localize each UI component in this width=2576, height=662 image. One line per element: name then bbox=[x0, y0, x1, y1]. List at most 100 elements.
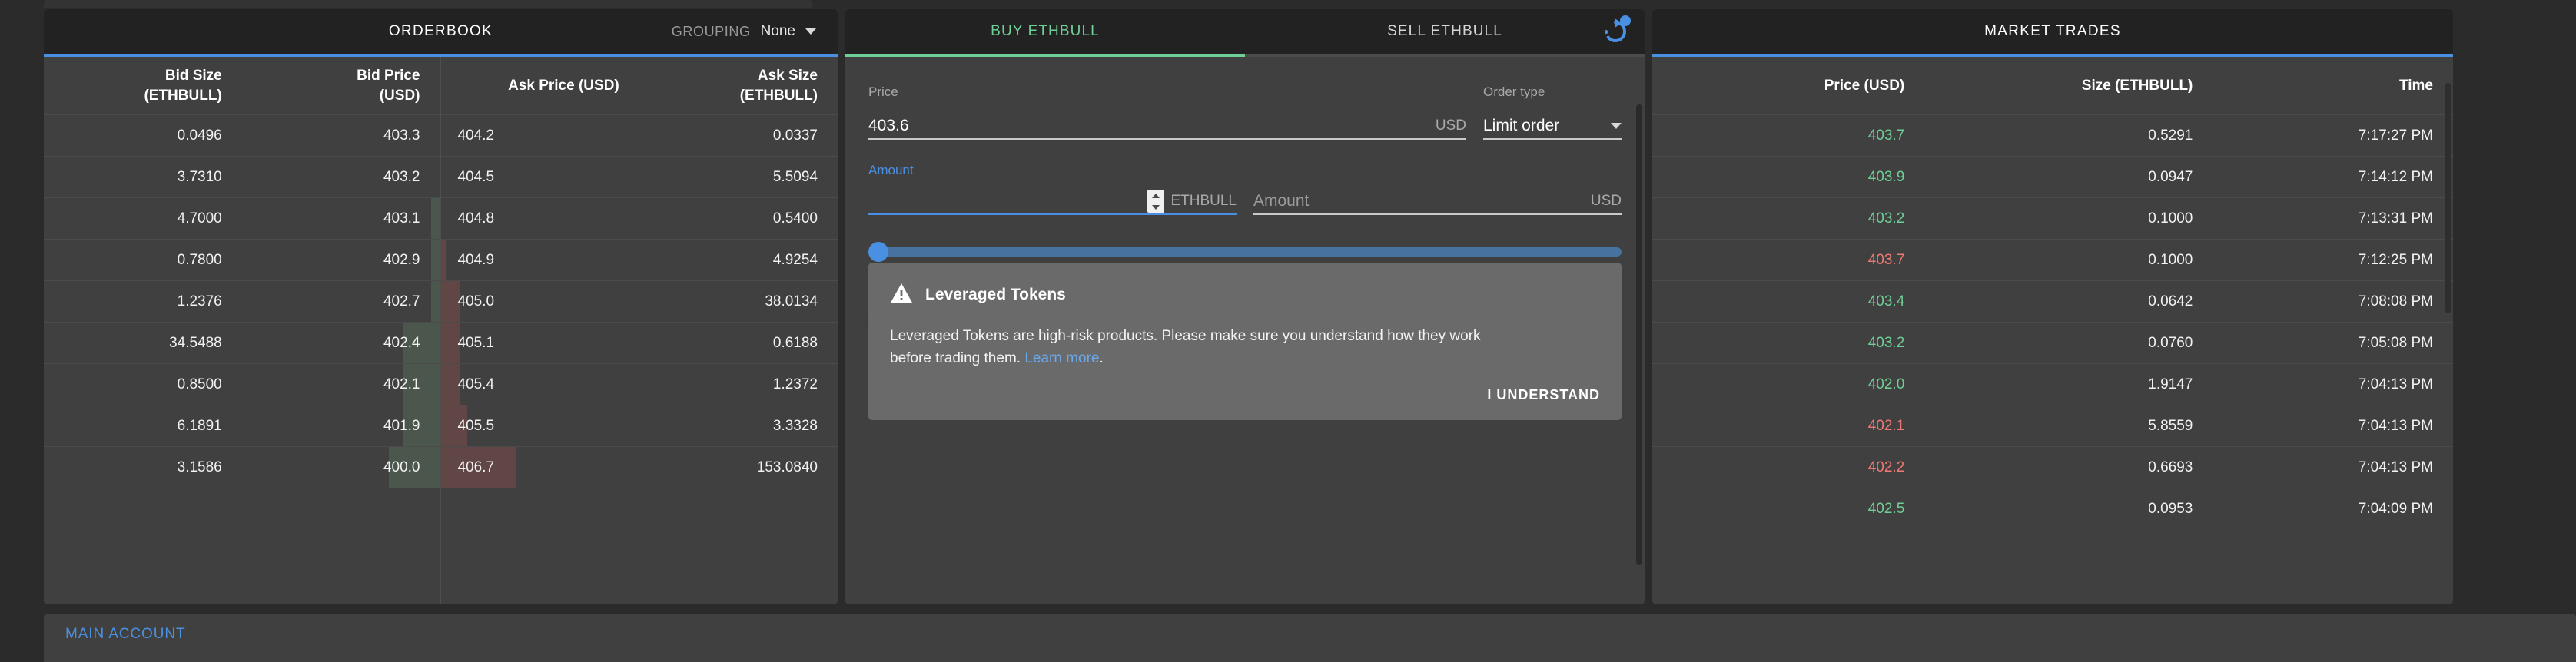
trade-time-cell: 7:13:31 PM bbox=[2358, 210, 2433, 227]
amount-slider[interactable] bbox=[868, 242, 1622, 262]
order-type-group: Order type Limit order bbox=[1483, 84, 1622, 140]
amount-label: Amount bbox=[868, 163, 914, 177]
ask-price-cell: 404.8 bbox=[457, 210, 495, 227]
orderbook-ask-row[interactable]: 404.2 0.0337 bbox=[440, 115, 838, 157]
stepper-up-icon bbox=[1152, 193, 1160, 198]
orderbook-header: ORDERBOOK GROUPING None bbox=[44, 9, 838, 54]
market-trade-row[interactable]: 402.2 0.6693 7:04:13 PM bbox=[1652, 447, 2453, 488]
orderbook-asks-column: Ask Price (USD) Ask Size (ETHBULL) 404.2… bbox=[440, 57, 838, 604]
amount-quote-input[interactable] bbox=[1253, 192, 1580, 210]
trade-size-cell: 0.0760 bbox=[2148, 334, 2193, 351]
orderbook-ask-rows: 404.2 0.0337 404.5 5.5094 404.8 0.5400 404.9 4.… bbox=[440, 115, 838, 488]
market-trade-row[interactable]: 402.0 1.9147 7:04:13 PM bbox=[1652, 364, 2453, 405]
learn-more-link[interactable]: Learn more bbox=[1024, 350, 1099, 366]
bid-size-header: Bid Size (ETHBULL) bbox=[44, 66, 242, 105]
trade-price-cell: 403.9 bbox=[1867, 168, 1905, 185]
trade-price-cell: 402.2 bbox=[1867, 458, 1905, 475]
trade-price-cell: 402.5 bbox=[1867, 501, 1905, 517]
panels-row: ORDERBOOK GROUPING None Bid Size (ETHBUL… bbox=[0, 9, 2576, 604]
order-form-panel: BUY ETHBULL SELL ETHBULL Price 403.6 USD… bbox=[845, 9, 1645, 604]
trade-price-cell: 402.1 bbox=[1867, 417, 1905, 434]
order-type-select[interactable]: Limit order bbox=[1483, 117, 1622, 135]
bid-price-cell: 403.2 bbox=[383, 168, 420, 185]
orderbook-ask-row[interactable]: 405.1 0.6188 bbox=[440, 323, 838, 364]
orderbook-ask-row[interactable]: 404.5 5.5094 bbox=[440, 157, 838, 198]
market-trades-scrollbar[interactable] bbox=[2445, 83, 2451, 313]
bid-price-header-line2: (USD) bbox=[379, 87, 420, 104]
amount-row: ETHBULL USD bbox=[868, 189, 1622, 215]
market-trade-row[interactable]: 403.2 0.0760 7:05:08 PM bbox=[1652, 323, 2453, 364]
tab-main-account[interactable]: MAIN ACCOUNT bbox=[65, 626, 185, 643]
orderbook-bid-row[interactable]: 6.1891 401.9 bbox=[44, 405, 440, 447]
amount-base-group: ETHBULL bbox=[868, 189, 1237, 215]
trade-size-cell: 0.1000 bbox=[2148, 210, 2193, 227]
orderbook-bid-row[interactable]: 0.8500 402.1 bbox=[44, 364, 440, 405]
bottom-bar: MAIN ACCOUNT bbox=[0, 604, 2576, 662]
market-trade-row[interactable]: 402.5 0.0953 7:04:09 PM bbox=[1652, 488, 2453, 530]
order-type-value: Limit order bbox=[1483, 117, 1560, 134]
leveraged-tokens-warning: Leveraged Tokens Leveraged Tokens are hi… bbox=[868, 263, 1622, 420]
trade-price-cell: 403.2 bbox=[1867, 210, 1905, 227]
tab-sell-ethbull[interactable]: SELL ETHBULL bbox=[1245, 9, 1645, 54]
chevron-down-icon bbox=[1611, 123, 1622, 129]
order-form-scrollbar[interactable] bbox=[1636, 104, 1642, 565]
amount-quote-wrap[interactable]: USD bbox=[1253, 189, 1622, 215]
orderbook-ask-row[interactable]: 405.4 1.2372 bbox=[440, 364, 838, 405]
trade-size-cell: 0.0947 bbox=[2148, 168, 2193, 185]
trade-time-cell: 7:04:13 PM bbox=[2358, 376, 2433, 392]
orderbook-bid-row[interactable]: 3.1586 400.0 bbox=[44, 447, 440, 488]
market-trade-row[interactable]: 403.2 0.1000 7:13:31 PM bbox=[1652, 198, 2453, 240]
orderbook-ask-row[interactable]: 404.9 4.9254 bbox=[440, 240, 838, 281]
amount-base-wrap[interactable]: ETHBULL bbox=[868, 189, 1237, 215]
orderbook-bid-row[interactable]: 1.2376 402.7 bbox=[44, 281, 440, 323]
i-understand-button[interactable]: I UNDERSTAND bbox=[890, 387, 1600, 403]
quantity-stepper[interactable] bbox=[1147, 190, 1165, 213]
orderbook-bids-header-row: Bid Size (ETHBULL) Bid Price (USD) bbox=[44, 57, 440, 115]
market-trade-row[interactable]: 403.7 0.5291 7:17:27 PM bbox=[1652, 115, 2453, 157]
ask-price-header: Ask Price (USD) bbox=[508, 77, 619, 94]
ask-size-header-line2: (ETHBULL) bbox=[739, 87, 818, 104]
orderbook-bid-row[interactable]: 3.7310 403.2 bbox=[44, 157, 440, 198]
bid-price-cell: 402.4 bbox=[383, 334, 420, 351]
trade-price-cell: 403.7 bbox=[1867, 127, 1905, 144]
trade-price-cell: 403.2 bbox=[1867, 334, 1905, 351]
chevron-down-icon bbox=[805, 28, 816, 35]
amount-base-input[interactable] bbox=[868, 192, 1148, 210]
trade-time-cell: 7:04:13 PM bbox=[2358, 417, 2433, 434]
orderbook-ask-row[interactable]: 405.0 38.0134 bbox=[440, 281, 838, 323]
order-type-select-wrap[interactable]: Limit order bbox=[1483, 114, 1622, 140]
ask-price-cell: 406.7 bbox=[457, 459, 495, 475]
market-trades-rows: 403.7 0.5291 7:17:27 PM 403.9 0.0947 7:14:12 … bbox=[1652, 115, 2453, 530]
ask-size-cell: 4.9254 bbox=[772, 251, 818, 268]
trade-time-cell: 7:04:13 PM bbox=[2358, 458, 2433, 475]
market-trade-row[interactable]: 402.1 5.8559 7:04:13 PM bbox=[1652, 405, 2453, 447]
orderbook-bid-row[interactable]: 0.7800 402.9 bbox=[44, 240, 440, 281]
orderbook-ask-row[interactable]: 406.7 153.0840 bbox=[440, 447, 838, 488]
amount-slider-thumb[interactable] bbox=[868, 242, 888, 262]
ask-size-cell: 38.0134 bbox=[765, 293, 818, 309]
bid-price-cell: 403.3 bbox=[383, 127, 420, 144]
orderbook-bid-row[interactable]: 0.0496 403.3 bbox=[44, 115, 440, 157]
market-trade-row[interactable]: 403.9 0.0947 7:14:12 PM bbox=[1652, 157, 2453, 198]
ask-size-cell: 0.0337 bbox=[772, 127, 818, 144]
refresh-icon[interactable] bbox=[1598, 15, 1632, 48]
market-trade-row[interactable]: 403.7 0.1000 7:12:25 PM bbox=[1652, 240, 2453, 281]
tab-buy-ethbull[interactable]: BUY ETHBULL bbox=[845, 9, 1245, 54]
grouping-value: None bbox=[760, 23, 795, 39]
account-panel: MAIN ACCOUNT bbox=[44, 614, 2576, 662]
orderbook-bid-row[interactable]: 4.7000 403.1 bbox=[44, 198, 440, 240]
price-input-wrap[interactable]: USD bbox=[868, 114, 1466, 140]
warning-body-period: . bbox=[1099, 349, 1104, 366]
trade-time-cell: 7:08:08 PM bbox=[2358, 293, 2433, 309]
market-trade-row[interactable]: 403.4 0.0642 7:08:08 PM bbox=[1652, 281, 2453, 323]
grouping-dropdown[interactable]: GROUPING None bbox=[672, 23, 816, 40]
orderbook-ask-row[interactable]: 405.5 3.3328 bbox=[440, 405, 838, 447]
trades-price-header: Price (USD) bbox=[1824, 77, 1905, 94]
orderbook-body: Bid Size (ETHBULL) Bid Price (USD) 0.049… bbox=[44, 57, 838, 604]
orderbook-bid-row[interactable]: 34.5488 402.4 bbox=[44, 323, 440, 364]
trade-size-cell: 0.1000 bbox=[2148, 251, 2193, 268]
top-strip bbox=[0, 0, 2576, 9]
ask-price-cell: 404.5 bbox=[457, 168, 495, 185]
price-input[interactable] bbox=[868, 117, 1425, 135]
orderbook-ask-row[interactable]: 404.8 0.5400 bbox=[440, 198, 838, 240]
